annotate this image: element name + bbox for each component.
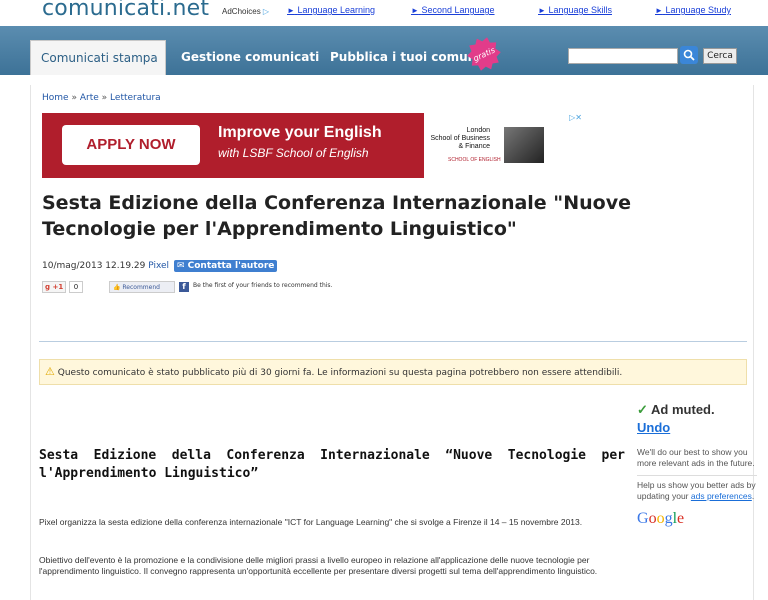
ad-link-language-skills[interactable]: ► Language Skills — [538, 5, 612, 15]
ad-close-icon[interactable]: ▷✕ — [565, 113, 582, 123]
main-nav: Comunicati stampa Gestione comunicati Pu… — [0, 26, 768, 75]
breadcrumb-letteratura[interactable]: Letteratura — [110, 93, 161, 103]
ad-muted-panel: ✓ Ad muted. Undo We'll do our best to sh… — [637, 402, 757, 528]
search-input[interactable] — [568, 48, 678, 64]
ads-preferences-link[interactable]: ads preferences — [691, 491, 752, 501]
article-paragraph-2: Obiettivo dell'evento è la promozione e … — [39, 555, 598, 576]
facebook-recommend-button[interactable]: 👍 Recommend — [109, 281, 175, 293]
tab-pubblica-comunicati[interactable]: Pubblica i tuoi comunicati — [330, 50, 478, 64]
apply-now-button[interactable]: APPLY NOW — [62, 125, 200, 165]
lsbf-logo-box: London School of Business & Finance SCHO… — [424, 113, 582, 178]
page-title: Sesta Edizione della Conferenza Internaz… — [42, 192, 631, 240]
main-content: Home » Arte » Letteratura APPLY NOW Impr… — [30, 85, 757, 600]
contact-author-button[interactable]: ✉ Contatta l'autore — [173, 260, 278, 272]
banner-ad[interactable]: APPLY NOW Improve your English with LSBF… — [42, 113, 582, 178]
facebook-text: Be the first of your friends to recommen… — [193, 282, 333, 289]
article-paragraph-1: Pixel organizza la sesta edizione della … — [39, 517, 583, 527]
check-icon: ✓ — [637, 402, 648, 417]
search-button[interactable]: Cerca — [703, 48, 737, 64]
banner-subline: with LSBF School of English — [218, 146, 369, 160]
site-logo[interactable]: comunicati.net — [42, 0, 209, 21]
lsbf-logo-text: London School of Business & Finance — [430, 127, 490, 150]
ad-link-second-language[interactable]: ► Second Language — [411, 5, 495, 15]
gplus-button[interactable]: g +1 — [42, 281, 66, 293]
tab-gestione-comunicati[interactable]: Gestione comunicati — [181, 50, 319, 64]
divider — [39, 341, 747, 342]
google-logo: Google — [637, 510, 685, 527]
top-bar: comunicati.net AdChoices ▷ ► Language Le… — [0, 0, 768, 22]
warning-banner: ⚠ Questo comunicato è stato pubblicato p… — [39, 359, 747, 385]
lsbf-school-label: SCHOOL OF ENGLISH — [448, 157, 501, 163]
article-author[interactable]: Pixel — [148, 261, 169, 271]
ad-preferences-text: Help us show you better ads by updating … — [637, 480, 756, 501]
ad-muted-title: ✓ Ad muted. — [637, 402, 715, 417]
article-subtitle: Sesta Edizione della Conferenza Internaz… — [39, 448, 625, 481]
adchoices-icon: ▷ — [262, 7, 270, 16]
undo-link[interactable]: Undo — [637, 420, 757, 435]
warning-icon: ⚠ — [45, 365, 55, 378]
search-icon[interactable] — [680, 46, 698, 64]
ad-link-language-study[interactable]: ► Language Study — [655, 5, 731, 15]
article-meta: 10/mag/2013 12.19.29 Pixel ✉ Contatta l'… — [42, 260, 278, 272]
adchoices-label[interactable]: AdChoices ▷ — [222, 7, 269, 16]
warning-text: Questo comunicato è stato pubblicato più… — [57, 368, 623, 378]
ad-link-language-learning[interactable]: ► Language Learning — [287, 5, 375, 15]
article-date: 10/mag/2013 12.19.29 — [42, 261, 146, 271]
banner-headline: Improve your English — [218, 124, 382, 141]
ad-muted-text: We'll do our best to show you more relev… — [637, 447, 755, 468]
breadcrumb: Home » Arte » Letteratura — [42, 93, 161, 103]
facebook-icon: f — [179, 282, 189, 292]
tab-comunicati-stampa[interactable]: Comunicati stampa — [30, 40, 166, 75]
breadcrumb-arte[interactable]: Arte — [80, 93, 99, 103]
breadcrumb-home[interactable]: Home — [42, 93, 69, 103]
gplus-count: 0 — [69, 281, 83, 293]
building-image — [504, 127, 544, 163]
